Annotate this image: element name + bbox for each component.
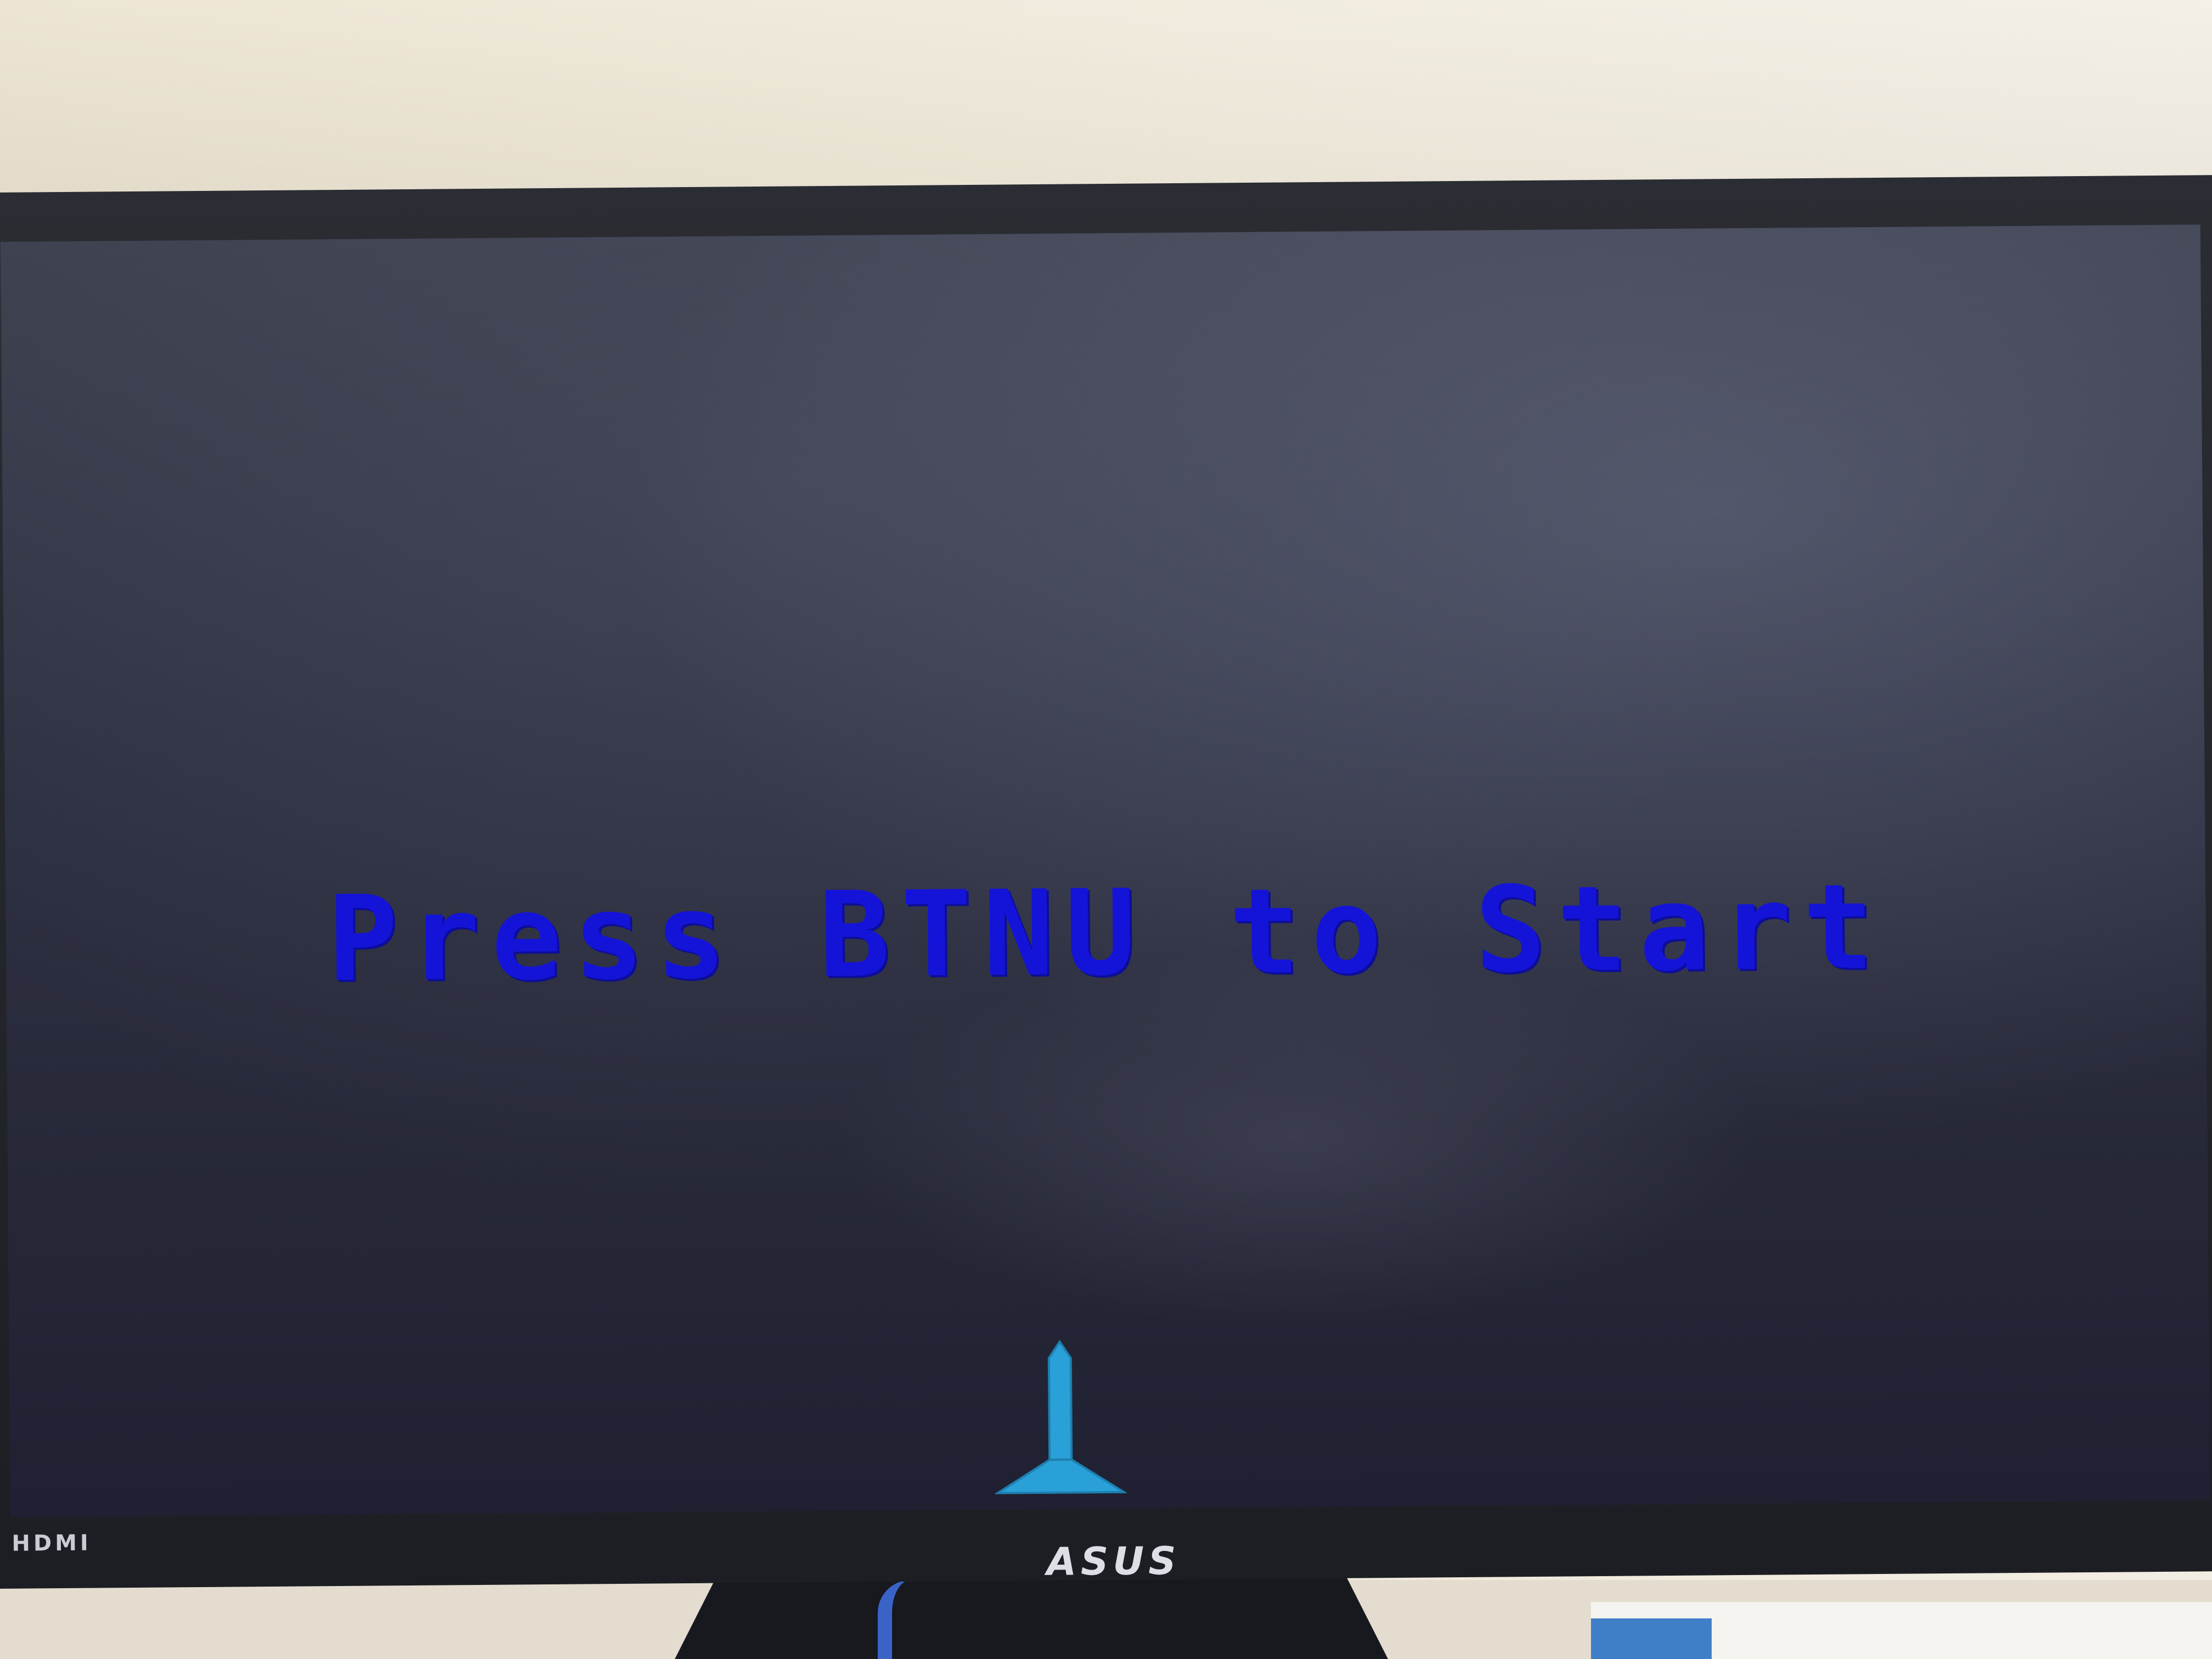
start-prompt: Press BTNU to Start <box>326 857 1886 1008</box>
desk-object-stripe <box>1591 1618 1712 1659</box>
game-screen[interactable]: Press BTNU to Start <box>0 224 2210 1517</box>
photo-scene: Press BTNU to Start HDMI ASUS <box>0 0 2212 1659</box>
monitor-stand <box>675 1575 1388 1659</box>
player-ship-icon <box>994 1340 1127 1494</box>
desk-object <box>1591 1602 2212 1659</box>
network-cable <box>878 1580 952 1659</box>
monitor: Press BTNU to Start HDMI ASUS <box>0 174 2212 1589</box>
